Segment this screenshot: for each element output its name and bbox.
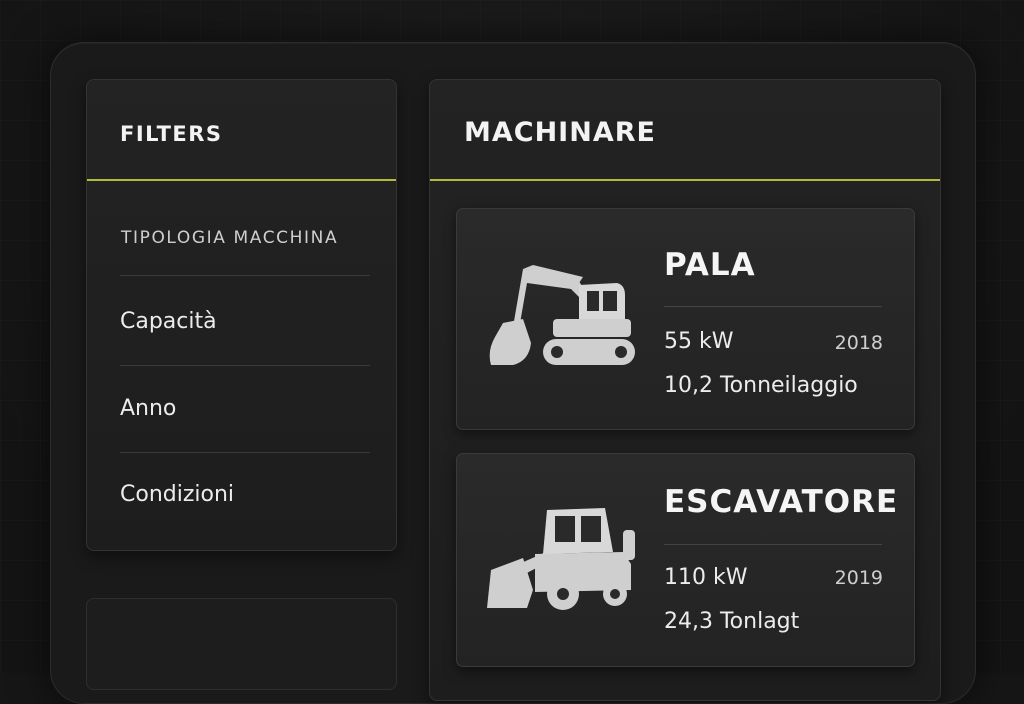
machinery-panel: MACHINARE PALA 55 kW 2018 10,2 Tonneilag… (429, 79, 941, 701)
filter-divider (120, 275, 370, 276)
filter-divider (120, 452, 370, 453)
machine-card[interactable]: PALA 55 kW 2018 10,2 Tonneilaggio (456, 208, 915, 430)
card-divider (664, 306, 882, 307)
machine-name: ESCAVATORE (664, 484, 899, 520)
filter-item-capacity[interactable]: Capacità (120, 309, 370, 334)
machinery-accent-line (430, 179, 940, 181)
filters-title: FILTERS (120, 122, 223, 146)
filter-heading-machine-type[interactable]: TIPOLOGIA MACCHINA (121, 228, 338, 248)
filters-panel: FILTERS TIPOLOGIA MACCHINA Capacità Anno… (86, 79, 397, 551)
machine-weight: 10,2 Tonneilaggio (664, 373, 858, 398)
secondary-panel (86, 598, 397, 690)
loader-icon (487, 508, 635, 610)
card-divider (664, 544, 882, 545)
filter-divider (120, 365, 370, 366)
machinery-title: MACHINARE (464, 117, 656, 148)
machine-card[interactable]: ESCAVATORE 110 kW 2019 24,3 Tonlagt (456, 453, 915, 667)
machine-year: 2018 (834, 332, 883, 354)
excavator-icon (489, 265, 635, 365)
filter-item-condition[interactable]: Condizioni (120, 482, 370, 507)
machine-name: PALA (664, 247, 756, 283)
machine-year: 2019 (834, 567, 883, 589)
filters-accent-line (87, 179, 396, 181)
machine-weight: 24,3 Tonlagt (664, 609, 800, 634)
machine-power: 55 kW (664, 329, 734, 354)
machine-power: 110 kW (664, 565, 748, 590)
filter-item-year[interactable]: Anno (120, 396, 370, 421)
